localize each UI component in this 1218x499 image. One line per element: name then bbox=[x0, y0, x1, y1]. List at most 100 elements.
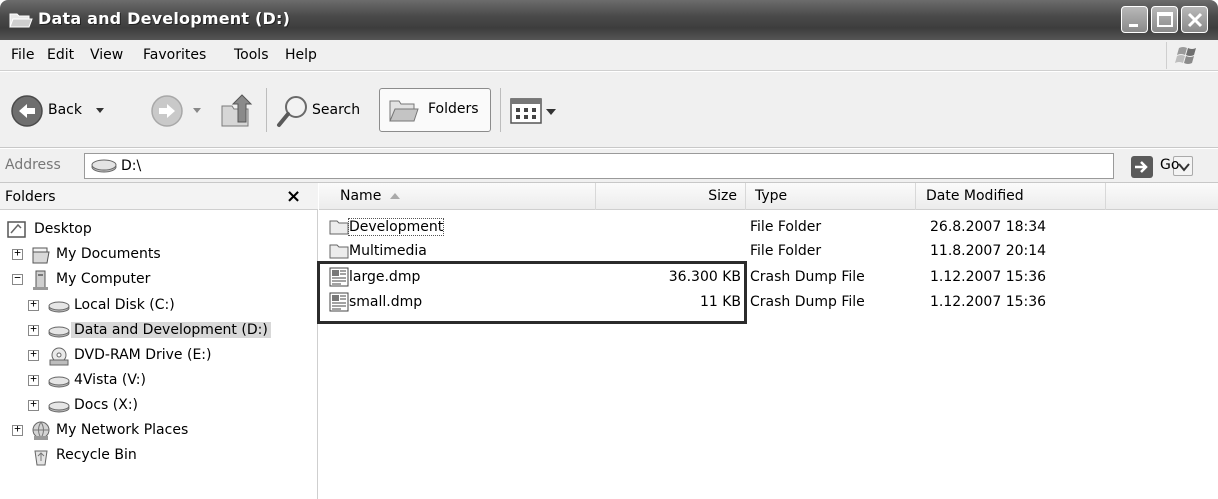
column-date-modified-label: Date Modified bbox=[926, 188, 1024, 204]
folders-pane-title: Folders bbox=[5, 189, 56, 205]
address-input[interactable]: D:\ bbox=[84, 153, 1193, 179]
column-type[interactable]: Type bbox=[746, 183, 916, 210]
toolbar-separator bbox=[500, 88, 501, 132]
folders-label: Folders bbox=[428, 101, 479, 117]
column-size-label: Size bbox=[708, 188, 737, 204]
folder-icon bbox=[329, 220, 349, 235]
drive-icon bbox=[48, 301, 70, 313]
menu-favorites[interactable]: Favorites bbox=[143, 47, 206, 63]
tree-item-label: Local Disk (C:) bbox=[74, 297, 175, 313]
expand-toggle[interactable]: + bbox=[28, 372, 39, 386]
file-name: Development bbox=[347, 218, 445, 236]
tree-item-label: Desktop bbox=[34, 221, 92, 237]
folders-pane-header: Folders × bbox=[0, 183, 318, 210]
up-folder-icon bbox=[221, 94, 253, 127]
highlight-box bbox=[317, 261, 747, 324]
explorer-window: Data and Development (D:) File Edit View… bbox=[0, 0, 1218, 499]
network-icon bbox=[32, 421, 50, 440]
back-label: Back bbox=[48, 102, 82, 118]
dvd-icon bbox=[49, 347, 69, 366]
title-bar[interactable]: Data and Development (D:) bbox=[0, 0, 1218, 40]
folder-icon bbox=[329, 244, 349, 259]
search-button[interactable]: Search bbox=[274, 92, 374, 130]
chevron-down-icon bbox=[96, 108, 104, 113]
sort-ascending-icon bbox=[390, 193, 400, 199]
folders-button[interactable]: Folders bbox=[379, 88, 491, 132]
search-icon bbox=[277, 96, 307, 127]
windows-logo-icon bbox=[1166, 42, 1206, 69]
drive-icon bbox=[48, 376, 70, 388]
computer-icon bbox=[33, 270, 48, 290]
menu-help[interactable]: Help bbox=[285, 47, 317, 63]
minimize-button[interactable] bbox=[1121, 6, 1148, 33]
tree-item-my-network-places[interactable]: + My Network Places bbox=[0, 419, 318, 443]
tree-item-dvd-ram-e[interactable]: + DVD-RAM Drive (E:) bbox=[0, 344, 318, 368]
views-icon bbox=[510, 98, 556, 124]
views-button[interactable] bbox=[510, 96, 560, 126]
address-label: Address bbox=[5, 157, 61, 173]
close-icon bbox=[1187, 12, 1203, 28]
window-title: Data and Development (D:) bbox=[38, 9, 291, 28]
tree-item-label: My Computer bbox=[56, 271, 151, 287]
tree-item-my-computer[interactable]: − My Computer bbox=[0, 268, 318, 292]
minimize-icon bbox=[1129, 24, 1138, 27]
column-name[interactable]: Name bbox=[319, 183, 596, 210]
menu-view[interactable]: View bbox=[90, 47, 123, 63]
tree-item-label: 4Vista (V:) bbox=[74, 372, 146, 388]
menu-file[interactable]: File bbox=[11, 47, 34, 63]
toolbar-separator bbox=[266, 88, 267, 132]
column-size[interactable]: Size bbox=[596, 183, 746, 210]
expand-toggle[interactable]: + bbox=[28, 347, 39, 361]
tree-item-recycle-bin[interactable]: Recycle Bin bbox=[0, 444, 318, 468]
go-label: Go bbox=[1160, 157, 1180, 173]
forward-arrow-icon bbox=[151, 95, 183, 127]
folders-pane: Folders × Desktop + My Documents − My Co… bbox=[0, 183, 318, 499]
file-name: Multimedia bbox=[349, 243, 427, 259]
file-list-pane: Name Size Type Date Modified Development… bbox=[319, 183, 1218, 499]
file-row-development[interactable]: Development File Folder 26.8.2007 18:34 bbox=[319, 216, 1218, 239]
close-pane-icon[interactable]: × bbox=[286, 186, 301, 207]
chevron-down-icon bbox=[193, 108, 201, 113]
toolbar: Back Search Folders bbox=[0, 72, 1218, 148]
collapse-toggle[interactable]: − bbox=[12, 271, 23, 285]
menu-tools[interactable]: Tools bbox=[234, 47, 269, 63]
forward-button[interactable] bbox=[150, 94, 220, 128]
tree-item-desktop[interactable]: Desktop bbox=[0, 218, 318, 242]
drive-icon bbox=[48, 326, 70, 338]
file-row-multimedia[interactable]: Multimedia File Folder 11.8.2007 20:14 bbox=[319, 240, 1218, 263]
back-button[interactable]: Back bbox=[10, 94, 150, 128]
go-arrow-icon bbox=[1131, 156, 1153, 178]
column-name-label: Name bbox=[340, 188, 382, 204]
expand-toggle[interactable]: + bbox=[28, 397, 39, 411]
file-date-modified: 11.8.2007 20:14 bbox=[930, 243, 1047, 259]
tree-item-docs-x[interactable]: + Docs (X:) bbox=[0, 394, 318, 418]
expand-toggle[interactable]: + bbox=[12, 246, 23, 260]
tree-item-label: Data and Development (D:) bbox=[71, 322, 271, 338]
expand-toggle[interactable]: + bbox=[28, 322, 39, 336]
address-value: D:\ bbox=[121, 158, 142, 174]
column-type-label: Type bbox=[755, 188, 788, 204]
address-bar: Address D:\ Go bbox=[0, 149, 1218, 183]
tree-item-4vista-v[interactable]: + 4Vista (V:) bbox=[0, 369, 318, 393]
back-arrow-icon bbox=[11, 95, 43, 127]
column-date-modified[interactable]: Date Modified bbox=[916, 183, 1106, 210]
search-label: Search bbox=[312, 102, 361, 118]
drive-icon bbox=[91, 159, 117, 173]
file-type: File Folder bbox=[750, 243, 822, 259]
up-folder-button[interactable] bbox=[218, 92, 258, 130]
menu-bar: File Edit View Favorites Tools Help bbox=[0, 40, 1218, 71]
menu-edit[interactable]: Edit bbox=[47, 47, 74, 63]
column-header-row: Name Size Type Date Modified bbox=[319, 183, 1218, 210]
tree-item-label: Recycle Bin bbox=[56, 447, 137, 463]
tree-item-local-disk-c[interactable]: + Local Disk (C:) bbox=[0, 294, 318, 318]
tree-item-data-and-development-d[interactable]: + Data and Development (D:) bbox=[0, 319, 318, 343]
tree-item-my-documents[interactable]: + My Documents bbox=[0, 243, 318, 267]
expand-toggle[interactable]: + bbox=[28, 297, 39, 311]
file-type: File Folder bbox=[750, 219, 822, 235]
expand-toggle[interactable]: + bbox=[12, 422, 23, 436]
maximize-button[interactable] bbox=[1151, 6, 1178, 33]
go-button[interactable]: Go bbox=[1130, 155, 1200, 179]
tree-item-label: Docs (X:) bbox=[74, 397, 139, 413]
close-button[interactable] bbox=[1181, 6, 1208, 33]
file-type: Crash Dump File bbox=[750, 294, 865, 310]
